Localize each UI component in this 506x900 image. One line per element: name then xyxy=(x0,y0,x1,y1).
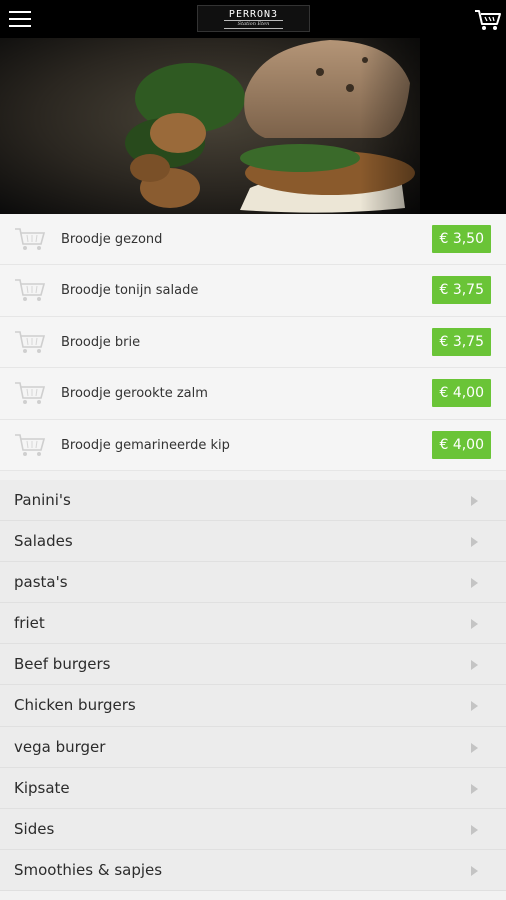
product-list: Broodje gezond € 3,50 Broodje tonijn sal… xyxy=(0,214,506,471)
category-name: Kipsate xyxy=(14,778,70,797)
product-item[interactable]: Broodje gerookte zalm € 4,00 xyxy=(0,368,506,420)
category-item[interactable]: Kipsate xyxy=(0,767,506,809)
category-name: Panini's xyxy=(14,491,71,509)
price-badge[interactable]: € 3,75 xyxy=(432,276,491,305)
category-item[interactable]: vega burger xyxy=(0,726,506,768)
category-name: Chicken burgers xyxy=(14,696,136,715)
product-item[interactable]: Broodje tonijn salade € 3,75 xyxy=(0,265,506,317)
category-item[interactable]: Smoothies & sapjes xyxy=(0,849,506,891)
hamburger-menu-icon[interactable] xyxy=(9,10,31,28)
chevron-right-icon xyxy=(471,578,478,589)
category-item[interactable]: Salades xyxy=(0,521,506,563)
logo-text: PERRON3 xyxy=(228,8,279,20)
basket-icon[interactable] xyxy=(14,380,46,406)
basket-icon[interactable] xyxy=(14,432,46,458)
basket-icon[interactable] xyxy=(14,226,46,252)
basket-icon[interactable] xyxy=(14,329,46,355)
chevron-right-icon xyxy=(471,783,478,794)
chevron-right-icon xyxy=(471,496,478,506)
product-name: Broodje tonijn salade xyxy=(61,283,199,299)
logo[interactable]: PERRON3 Station Eten xyxy=(197,5,310,32)
top-bar: PERRON3 Station Eten xyxy=(0,0,506,38)
chevron-right-icon xyxy=(471,824,478,835)
category-item[interactable]: pasta's xyxy=(0,562,506,604)
logo-subtext: Station Eten xyxy=(223,19,284,29)
chevron-right-icon xyxy=(471,660,478,671)
product-name: Broodje gezond xyxy=(61,232,163,247)
price-badge[interactable]: € 4,00 xyxy=(432,379,491,408)
category-item[interactable]: Panini's xyxy=(0,480,506,522)
chevron-right-icon xyxy=(471,537,478,548)
chevron-right-icon xyxy=(471,701,478,712)
chevron-right-icon xyxy=(471,865,478,876)
basket-icon[interactable] xyxy=(14,277,46,303)
product-item[interactable]: Broodje gezond € 3,50 xyxy=(0,214,506,266)
category-name: Smoothies & sapjes xyxy=(14,860,163,879)
category-item[interactable]: Chicken burgers xyxy=(0,685,506,727)
product-item[interactable]: Broodje gemarineerde kip € 4,00 xyxy=(0,419,506,471)
product-item[interactable]: Broodje brie € 3,75 xyxy=(0,316,506,369)
category-list: Panini's Salades pasta's friet Beef burg… xyxy=(0,480,506,891)
product-name: Broodje gemarineerde kip xyxy=(61,437,230,453)
product-name: Broodje gerookte zalm xyxy=(61,386,208,402)
hero-image xyxy=(0,38,506,214)
price-badge[interactable]: € 3,75 xyxy=(432,327,491,356)
category-name: Beef burgers xyxy=(14,655,111,674)
category-item[interactable]: friet xyxy=(0,603,506,645)
chevron-right-icon xyxy=(471,619,478,630)
category-name: vega burger xyxy=(14,737,106,756)
shopping-cart-icon[interactable] xyxy=(474,8,502,32)
category-name: pasta's xyxy=(14,573,68,592)
chevron-right-icon xyxy=(471,742,478,753)
category-name: friet xyxy=(14,614,45,633)
category-name: Sides xyxy=(14,819,55,838)
category-item[interactable]: Sides xyxy=(0,808,506,850)
product-name: Broodje brie xyxy=(61,334,141,350)
category-name: Salades xyxy=(14,532,73,551)
sandwich-with-walnuts-photo xyxy=(0,38,506,214)
price-badge[interactable]: € 4,00 xyxy=(432,430,491,459)
price-badge[interactable]: € 3,50 xyxy=(432,225,491,253)
category-item[interactable]: Beef burgers xyxy=(0,644,506,686)
